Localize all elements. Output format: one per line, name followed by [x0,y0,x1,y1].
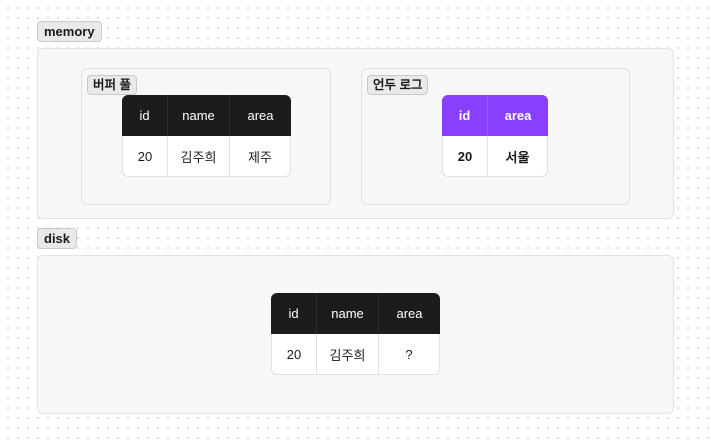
undo-log-label: 언두 로그 [367,75,429,95]
disk-header-row: id name area [271,293,440,334]
cell-area: 제주 [230,136,291,177]
buffer-pool-label: 버퍼 풀 [87,75,137,95]
column-header-id: id [122,95,168,136]
table-row: 20 김주희 ? [271,334,440,375]
disk-label: disk [37,228,78,249]
buffer-pool-header-row: id name area [122,95,291,136]
column-header-id: id [271,293,317,334]
table-row: 20 김주희 제주 [122,136,291,177]
undo-log-header-row: id area [442,95,548,136]
cell-id: 20 [271,334,317,375]
column-header-area: area [488,95,548,136]
cell-id: 20 [122,136,168,177]
column-header-name: name [168,95,230,136]
cell-area: ? [379,334,440,375]
column-header-id: id [442,95,488,136]
column-header-area: area [379,293,440,334]
cell-name: 김주희 [168,136,230,177]
memory-label: memory [37,21,102,42]
cell-area: 서울 [488,136,548,177]
table-row: 20 서울 [442,136,548,177]
column-header-area: area [230,95,291,136]
disk-table: id name area 20 김주희 ? [271,293,440,375]
column-header-name: name [317,293,379,334]
cell-id: 20 [442,136,488,177]
cell-name: 김주희 [317,334,379,375]
buffer-pool-table: id name area 20 김주희 제주 [122,95,291,177]
undo-log-table: id area 20 서울 [442,95,548,177]
